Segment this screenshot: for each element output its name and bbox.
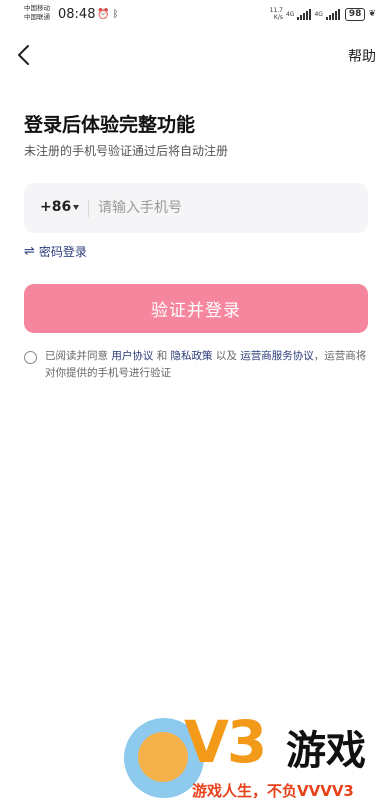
- signal-icon-2: [325, 8, 340, 20]
- password-login-link[interactable]: ⇌ 密码登录: [24, 243, 87, 260]
- swap-icon: ⇌: [24, 244, 35, 259]
- watermark-logo: V3 游戏 游戏人生，不负VVVV3: [118, 708, 392, 800]
- carrier-names: 中国移动 中国联通: [24, 4, 50, 22]
- agreement-text: 已阅读并同意 用户协议 和 隐私政策 以及 运营商服务协议，运营商将对你提供的手…: [45, 350, 367, 379]
- carrier-2: 中国联通: [24, 13, 50, 21]
- agreement-checkbox[interactable]: [24, 351, 37, 364]
- status-bar: 中国移动 中国联通 08:48 ⏰ ᛒ 11.7 K/s 4G 4G 98 ❦: [0, 0, 392, 34]
- phone-input[interactable]: [98, 197, 348, 219]
- phone-field: +86: [24, 183, 368, 233]
- watermark-letters: V3: [184, 708, 267, 776]
- page-subtitle: 未注册的手机号验证通过后将自动注册: [24, 144, 229, 158]
- power-saving-icon: ❦: [368, 9, 376, 19]
- bluetooth-icon: ᛒ: [112, 9, 119, 20]
- back-button[interactable]: [14, 42, 36, 68]
- caret-down-icon[interactable]: [73, 205, 79, 210]
- status-icons: ⏰ ᛒ: [97, 9, 119, 20]
- net-speed: 11.7 K/s: [269, 7, 283, 21]
- divider: [88, 200, 89, 217]
- network-type: 4G: [285, 10, 295, 18]
- signal-icon: [297, 8, 312, 20]
- verify-login-button[interactable]: 验证并登录: [24, 284, 368, 333]
- page-title: 登录后体验完整功能: [24, 114, 196, 136]
- privacy-policy-link[interactable]: 隐私政策: [171, 350, 213, 362]
- status-right: 11.7 K/s 4G 4G 98 ❦: [270, 7, 376, 21]
- status-time: 08:48: [58, 7, 96, 22]
- watermark-slogan: 游戏人生，不负VVVV3: [192, 782, 354, 800]
- password-login-label: 密码登录: [38, 245, 87, 259]
- watermark-text: 游戏: [286, 728, 366, 774]
- help-link[interactable]: 帮助: [348, 46, 376, 66]
- operator-agreement-link[interactable]: 运营商服务协议: [240, 350, 314, 362]
- carrier-1: 中国移动: [24, 4, 50, 12]
- country-code-selector[interactable]: +86: [40, 199, 71, 215]
- battery-level: 98: [344, 7, 366, 21]
- alarm-icon: ⏰: [97, 9, 110, 20]
- user-agreement-link[interactable]: 用户协议: [111, 350, 153, 362]
- network-type-2: 4G: [314, 10, 323, 18]
- chevron-left-icon: [18, 45, 29, 65]
